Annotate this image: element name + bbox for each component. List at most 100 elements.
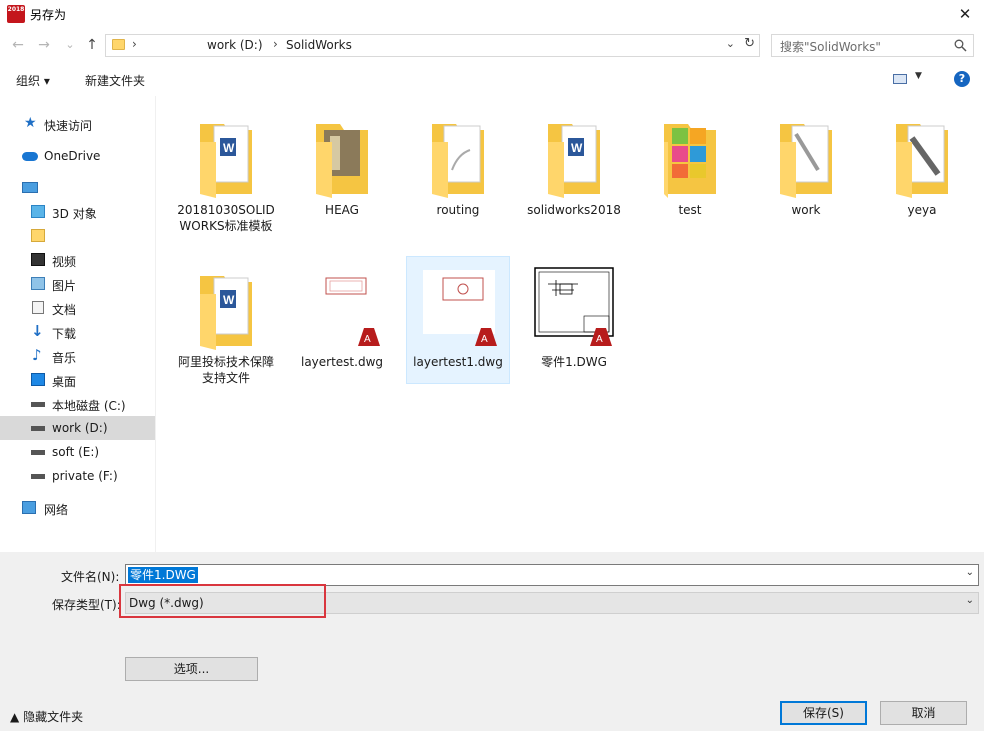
cube-icon [31,205,45,218]
folder-icon [896,124,948,198]
sidebar-item-label: 下载 [52,327,77,341]
new-folder-button[interactable]: 新建文件夹 [85,72,145,89]
dwg-file-item[interactable]: A 零件1.DWG [522,258,626,386]
folder-icon [664,124,716,198]
help-icon[interactable]: ? [954,71,970,87]
breadcrumb-solidworks[interactable]: SolidWorks [286,38,352,52]
computer-icon [22,182,38,193]
file-name: HEAG [325,203,359,217]
sidebar-item-label: 文档 [52,303,77,317]
folder-item[interactable]: W 阿里投标技术保障支持文件 [174,258,278,386]
chevron-right-icon: › [273,37,278,51]
sidebar-item-label: soft (E:) [52,445,100,459]
sidebar-item-network[interactable]: 网络 [0,496,155,520]
sidebar-item-label: 图片 [52,279,77,293]
drive-icon [31,402,45,407]
sidebar-item-label: private (F:) [52,469,118,483]
search-input[interactable]: 搜索"SolidWorks" [771,34,974,57]
title-bar: 2018 另存为 ✕ [0,0,984,30]
hide-folders-toggle[interactable]: ▲ 隐藏文件夹 [10,708,83,725]
sidebar-item-quick-access[interactable]: ★ 快速访问 [0,112,155,136]
user-folder-icon [31,229,45,242]
hide-folders-label: 隐藏文件夹 [23,710,84,724]
file-name: layertest.dwg [300,355,383,369]
sidebar-item-user-folder[interactable] [0,224,155,248]
filename-input[interactable]: 零件1.DWG ⌄ [125,564,979,586]
search-icon [954,39,967,52]
sidebar-item-drive-c[interactable]: 本地磁盘 (C:) [0,392,155,416]
view-dropdown-icon[interactable]: ▼ [915,71,922,81]
folder-icon [112,39,125,50]
folder-icon: W [200,276,252,350]
sidebar-item-desktop[interactable]: 桌面 [0,368,155,392]
dwg-file-item[interactable]: A layertest.dwg [290,258,394,386]
dwg-file-icon: A [423,270,497,346]
drive-icon [31,474,45,479]
chevron-down-icon[interactable]: ⌄ [966,595,974,606]
filename-label: 文件名(N): [61,570,120,584]
sidebar-item-documents[interactable]: 文档 [0,296,155,320]
drive-icon [31,426,45,431]
folder-item[interactable]: yeya [870,106,974,234]
sidebar-item-pictures[interactable]: 图片 [0,272,155,296]
sidebar-item-this-pc[interactable] [0,176,155,200]
recent-locations-icon[interactable]: ⌄ [62,36,78,54]
chevron-down-icon[interactable]: ⌄ [726,37,735,50]
sidebar-item-drive-e[interactable]: soft (E:) [0,440,155,464]
sidebar-item-drive-f[interactable]: private (F:) [0,464,155,488]
window-title: 另存为 [30,8,67,22]
folder-item[interactable]: work [754,106,858,234]
refresh-icon[interactable]: ↻ [744,36,755,51]
sidebar-item-drive-d[interactable]: work (D:) [0,416,155,440]
sidebar-item-onedrive[interactable]: OneDrive [0,144,155,168]
folder-item[interactable]: routing [406,106,510,234]
network-icon [22,501,36,514]
save-options-panel: 文件名(N): 零件1.DWG ⌄ 保存类型(T): Dwg (*.dwg) ⌄… [0,552,984,731]
svg-text:A: A [364,334,371,345]
cancel-button[interactable]: 取消 [880,701,967,725]
address-bar[interactable]: › work (D:) › SolidWorks ⌄ ↻ [105,34,760,57]
view-mode-icon[interactable] [893,74,907,84]
folder-item[interactable]: W 20181030SOLIDWORKS标准模板 [174,106,278,234]
sidebar-item-music[interactable]: ♪ 音乐 [0,344,155,368]
cloud-icon [22,152,38,161]
file-name: 20181030SOLIDWORKS标准模板 [177,203,275,233]
dwg-file-item[interactable]: A layertest1.dwg [406,256,510,384]
sidebar-item-3d-objects[interactable]: 3D 对象 [0,200,155,224]
file-name: work [791,203,821,217]
sidebar-item-label: 本地磁盘 (C:) [52,399,126,413]
navigation-bar: ← → ⌄ ↑ › work (D:) › SolidWorks ⌄ ↻ 搜索"… [0,30,984,62]
folder-item[interactable]: HEAG [290,106,394,234]
svg-text:W: W [571,141,583,155]
music-icon: ♪ [32,346,42,364]
up-arrow-icon[interactable]: ↑ [84,36,100,54]
forward-arrow-icon[interactable]: → [36,36,52,54]
organize-button[interactable]: 组织 ▾ [16,72,50,89]
folder-icon [316,124,368,198]
video-icon [31,253,45,266]
dwg-file-icon: A [534,267,614,346]
command-toolbar: 组织 ▾ 新建文件夹 ▼ ? [0,62,984,96]
desktop-icon [31,373,45,386]
file-name: routing [436,203,480,217]
folder-icon [432,124,484,198]
folder-item[interactable]: test [638,106,742,234]
filetype-label: 保存类型(T): [52,598,121,612]
svg-text:W: W [223,141,235,155]
chevron-down-icon[interactable]: ⌄ [966,567,974,578]
options-button[interactable]: 选项... [125,657,258,681]
download-icon: ↓ [31,322,44,340]
navigation-pane: ★ 快速访问 OneDrive 3D 对象 视频 图片 文档 ↓ 下载 ♪ 音乐… [0,96,156,552]
save-button[interactable]: 保存(S) [780,701,867,725]
sidebar-item-videos[interactable]: 视频 [0,248,155,272]
sidebar-item-label: 桌面 [52,375,77,389]
sidebar-item-label: OneDrive [44,149,101,163]
close-button[interactable]: ✕ [954,4,976,24]
breadcrumb-work-d[interactable]: work (D:) [207,38,263,52]
file-name: 零件1.DWG [541,355,607,369]
back-arrow-icon[interactable]: ← [10,36,26,54]
chevron-right-icon: › [132,37,137,51]
svg-text:A: A [481,334,488,345]
folder-item[interactable]: W solidworks2018 [522,106,626,234]
sidebar-item-downloads[interactable]: ↓ 下载 [0,320,155,344]
